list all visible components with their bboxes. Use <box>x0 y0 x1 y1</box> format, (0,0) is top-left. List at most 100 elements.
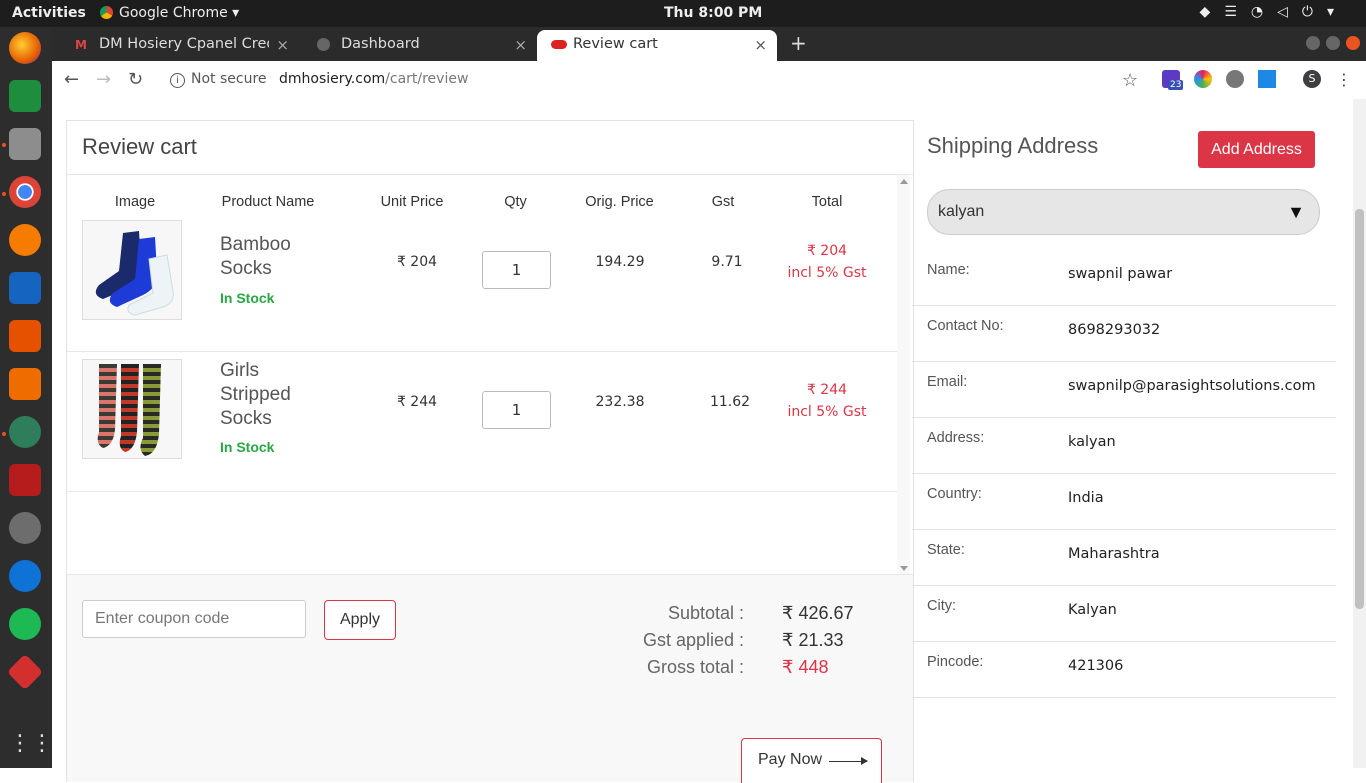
field-label: City: <box>927 598 956 614</box>
column-header-total: Total <box>811 194 843 210</box>
cart-summary: Enter coupon code Apply Subtotal : ₹ 426… <box>67 574 913 783</box>
pay-now-button[interactable]: Pay Now <box>741 738 882 783</box>
quantity-input[interactable]: 1 <box>482 391 551 429</box>
address-row-pincode: Pincode: 421306 <box>912 642 1336 698</box>
files-icon[interactable] <box>9 128 41 160</box>
address-select[interactable]: kalyan ▼ <box>927 189 1320 235</box>
address-bar: ← → ↻ i Not secure dmhosiery.com/cart/rev… <box>52 61 1366 100</box>
field-label: State: <box>927 542 965 558</box>
spreadsheet-icon[interactable] <box>9 80 41 112</box>
cart-row: Girls Stripped Socks In Stock ₹ 244 1 23… <box>67 351 897 492</box>
page-scrollbar[interactable] <box>1353 99 1366 768</box>
product-name[interactable]: Bamboo Socks <box>220 233 340 281</box>
maximize-icon[interactable] <box>1326 36 1340 50</box>
writer-icon[interactable] <box>9 272 41 304</box>
settings-icon[interactable] <box>9 512 41 544</box>
close-tab-icon[interactable]: × <box>514 36 527 54</box>
software-center-icon[interactable] <box>9 368 41 400</box>
stock-status: In Stock <box>220 290 275 306</box>
field-label: Pincode: <box>927 654 984 670</box>
color-picker-icon[interactable] <box>1194 70 1212 88</box>
impress-icon[interactable] <box>9 320 41 352</box>
teamviewer-icon[interactable] <box>9 560 41 592</box>
total-amount: ₹ 244 <box>806 382 848 398</box>
extension-icon[interactable]: 23 <box>1162 70 1184 90</box>
reload-icon[interactable]: ↻ <box>128 69 143 90</box>
url-field[interactable]: dmhosiery.com/cart/review <box>279 71 468 87</box>
app-menu[interactable]: Google Chrome ▾ <box>100 5 239 21</box>
scrollbar-thumb[interactable] <box>1355 209 1364 609</box>
close-tab-icon[interactable]: × <box>276 36 289 54</box>
add-address-button[interactable]: Add Address <box>1198 131 1315 168</box>
product-name[interactable]: Girls Stripped Socks <box>220 359 320 431</box>
close-window-icon[interactable] <box>1346 36 1360 50</box>
cart-scrollbar[interactable] <box>897 175 910 575</box>
firefox-icon[interactable] <box>9 32 41 64</box>
total-note: incl 5% Gst <box>787 265 867 281</box>
back-icon[interactable]: ← <box>64 69 79 90</box>
menu-dots-icon[interactable]: ⋮ <box>1336 70 1354 89</box>
bookmark-star-icon[interactable]: ☆ <box>1122 70 1140 91</box>
spotify-icon[interactable] <box>9 608 41 640</box>
tab-label: DM Hosiery Cpanel Crede <box>99 36 269 52</box>
network-icon: ◆ <box>1199 4 1225 20</box>
menu-icon: ☰ <box>1224 4 1251 20</box>
field-label: Address: <box>927 430 985 446</box>
new-tab-button[interactable]: + <box>790 31 807 55</box>
scroll-down-icon[interactable] <box>900 566 908 571</box>
field-value: swapnilp@parasightsolutions.com <box>1068 378 1316 394</box>
close-tab-icon[interactable]: × <box>754 36 767 54</box>
shipping-address-panel: Shipping Address Add Address kalyan ▼ Na… <box>912 120 1336 780</box>
wifi-icon: ◔ <box>1250 4 1278 20</box>
arrow-right-icon <box>829 757 868 765</box>
pen-tool-icon[interactable] <box>9 224 41 256</box>
gross-total-label: Gross total : <box>646 657 744 677</box>
field-value: India <box>1068 490 1104 506</box>
volume-icon: ◁ <box>1277 4 1302 20</box>
unit-price: ₹ 244 <box>396 394 438 410</box>
url-domain: dmhosiery.com <box>279 71 386 87</box>
scroll-up-icon[interactable] <box>900 179 908 184</box>
minimize-icon[interactable] <box>1306 36 1320 50</box>
gst-value: 9.71 <box>711 254 743 270</box>
review-cart-card: Review cart Image Product Name Unit Pric… <box>66 120 914 783</box>
coupon-input[interactable]: Enter coupon code <box>82 600 306 638</box>
atom-icon[interactable] <box>9 416 41 448</box>
system-tray[interactable]: ◆☰◔◁⏻▾ <box>1200 4 1348 20</box>
apply-coupon-button[interactable]: Apply <box>324 600 396 640</box>
product-image-girls-stripped-socks[interactable] <box>82 359 182 459</box>
product-image-bamboo-socks[interactable] <box>82 220 182 320</box>
address-row-address: Address: kalyan <box>912 418 1336 474</box>
tab-cpanel[interactable]: M DM Hosiery Cpanel Crede × <box>57 30 299 61</box>
tab-label: Dashboard <box>341 36 420 52</box>
quantity-input[interactable]: 1 <box>482 251 551 289</box>
column-header-product: Product Name <box>221 194 315 210</box>
s-extension-icon[interactable] <box>1258 70 1276 88</box>
cart-row: Bamboo Socks In Stock ₹ 204 1 194.29 9.7… <box>67 220 897 352</box>
profile-avatar[interactable]: S <box>1303 70 1321 88</box>
orig-price: 194.29 <box>595 254 645 270</box>
field-value: Maharashtra <box>1068 546 1160 562</box>
stock-status: In Stock <box>220 439 275 455</box>
tab-dashboard[interactable]: Dashboard × <box>299 30 537 61</box>
gst-applied-value: ₹ 21.33 <box>782 630 844 650</box>
tab-review-cart[interactable]: Review cart × <box>537 30 777 61</box>
app-grid-icon[interactable]: ⋮⋮ <box>9 728 53 760</box>
gear-icon[interactable] <box>1226 70 1244 88</box>
info-icon: i <box>170 73 185 88</box>
address-row-state: State: Maharashtra <box>912 530 1336 586</box>
activities-button[interactable]: Activities <box>12 5 86 21</box>
globe-icon <box>317 38 330 51</box>
security-indicator[interactable]: i Not secure <box>170 71 267 88</box>
field-label: Name: <box>927 262 970 278</box>
pay-now-label: Pay Now <box>758 751 823 768</box>
column-header-image: Image <box>114 194 156 210</box>
anydesk-icon[interactable] <box>6 653 44 691</box>
field-value: Kalyan <box>1068 602 1117 618</box>
filezilla-icon[interactable] <box>9 464 41 496</box>
clock[interactable]: Thu 8:00 PM <box>664 5 762 21</box>
chrome-dock-icon[interactable] <box>9 176 41 208</box>
gst-value: 11.62 <box>709 394 751 410</box>
forward-icon[interactable]: → <box>96 69 111 90</box>
chrome-icon <box>100 6 113 19</box>
